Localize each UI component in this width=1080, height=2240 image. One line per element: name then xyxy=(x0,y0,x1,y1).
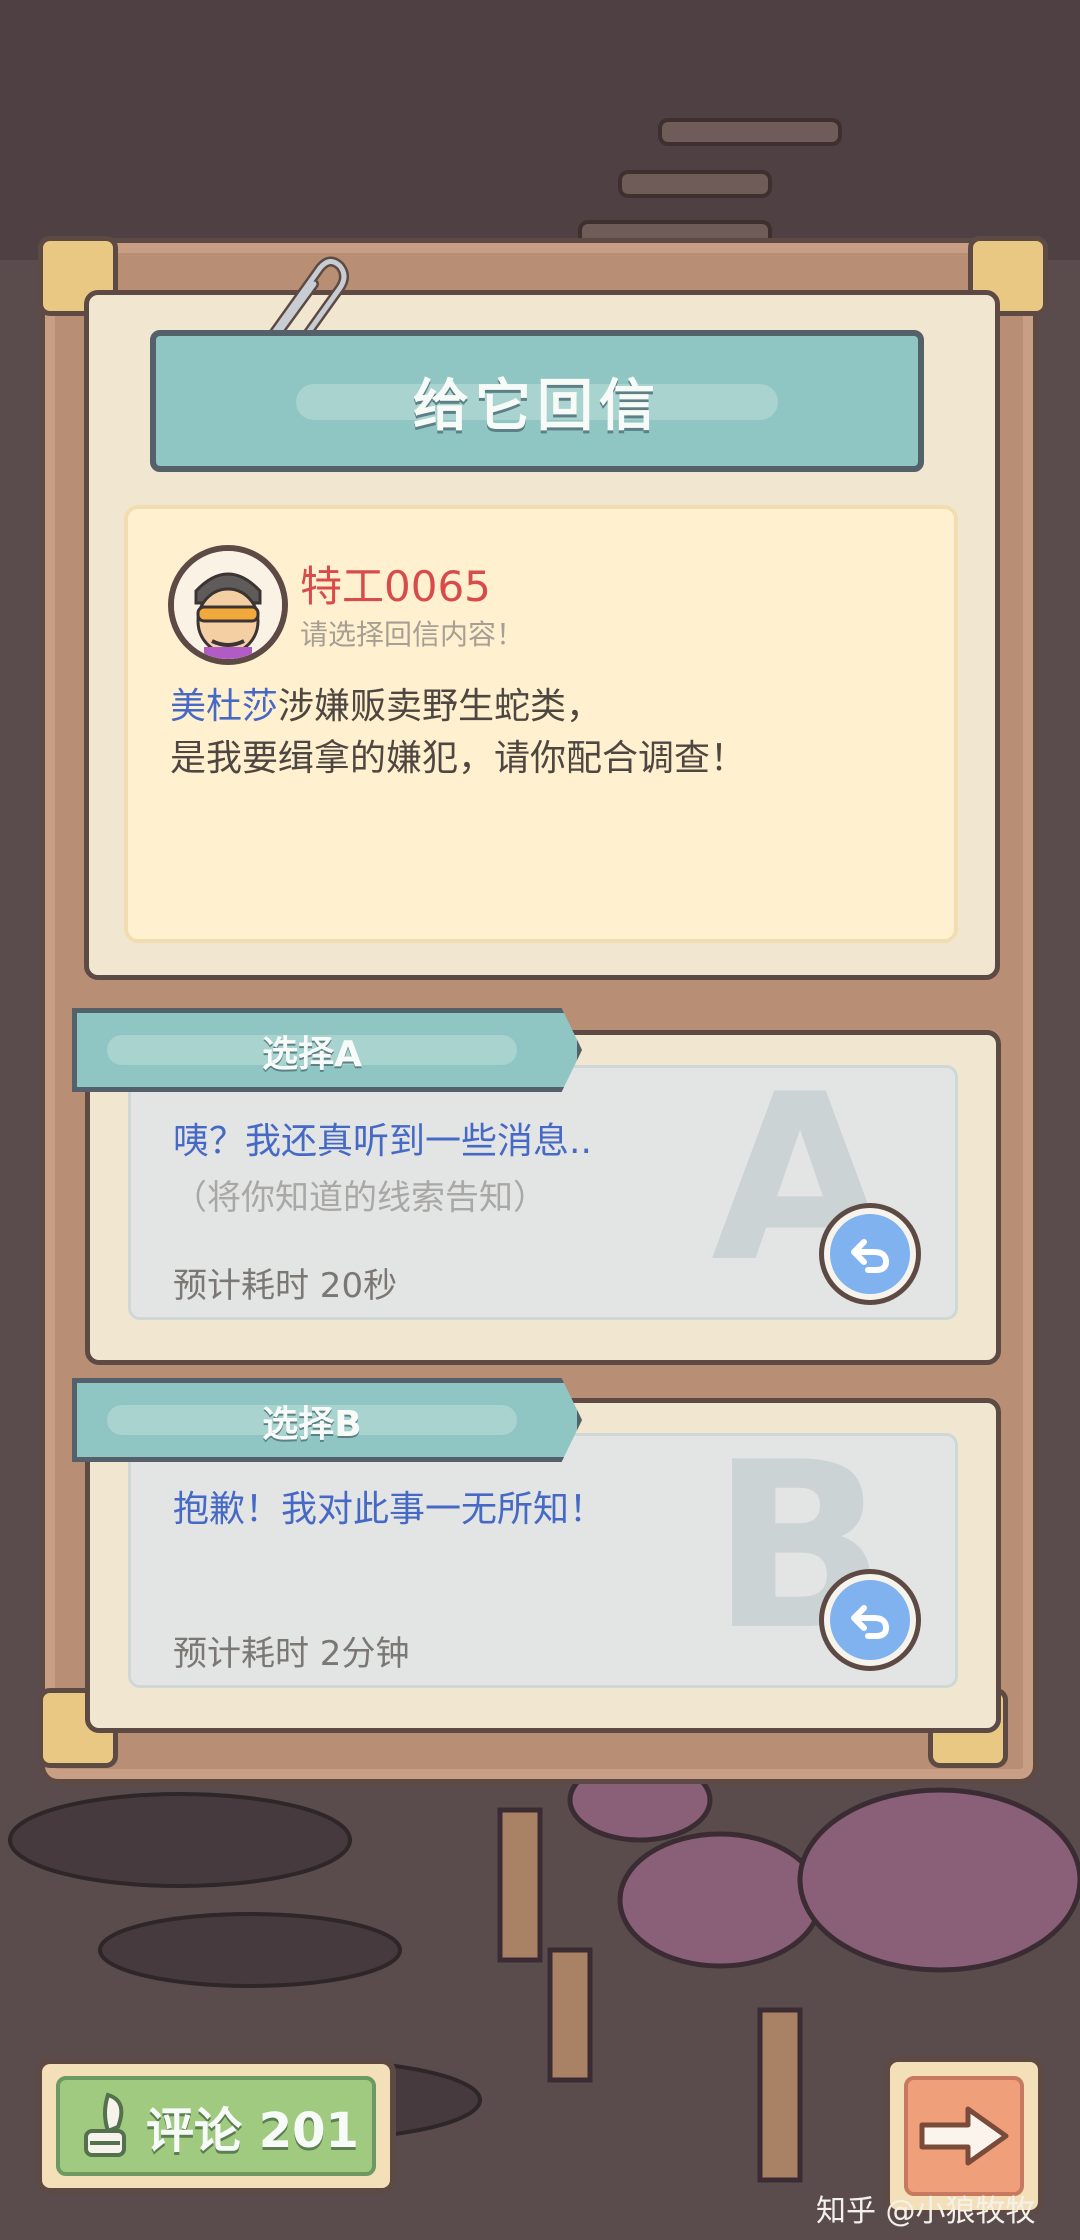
message-body: 美杜莎涉嫌贩卖野生蛇类， 是我要缉拿的嫌犯，请你配合调查！ xyxy=(170,681,746,785)
dialog-title: 给它回信 xyxy=(413,373,661,439)
reply-arrow-icon xyxy=(851,1239,890,1273)
message-line-1-text: 涉嫌贩卖野生蛇类， xyxy=(278,686,603,727)
agent-avatar xyxy=(168,545,288,665)
choice-b-tag-label: 选择B xyxy=(262,1404,362,1445)
message-line-1: 美杜莎涉嫌贩卖野生蛇类， xyxy=(170,681,746,733)
choice-b-tag: 选择B xyxy=(72,1378,582,1462)
choice-b-reply-button[interactable] xyxy=(824,1574,916,1666)
choice-a-tag: 选择A xyxy=(72,1008,582,1092)
message-line-2: 是我要缉拿的嫌犯，请你配合调查！ xyxy=(170,738,747,779)
choice-b-content[interactable]: B 抱歉！我对此事一无所知！ 预计耗时 2分钟 xyxy=(128,1414,958,1688)
watermark-text: 知乎 @小狼牧牧 xyxy=(816,2194,1036,2229)
reply-prompt: 请选择回信内容！ xyxy=(300,618,525,651)
comment-button[interactable]: 评论 201 xyxy=(36,2058,396,2194)
quill-ink-icon xyxy=(84,2092,126,2157)
suspect-name: 美杜莎 xyxy=(170,686,279,727)
choice-a-text: 咦？我还真听到一些消息.. xyxy=(173,1121,592,1162)
choice-a-eta: 预计耗时 20秒 xyxy=(173,1266,398,1306)
choice-b-text: 抱歉！我对此事一无所知！ xyxy=(173,1489,606,1530)
comment-label: 评论 201 xyxy=(146,2103,359,2159)
sender-name: 特工0065 xyxy=(300,562,491,611)
choice-b-eta: 预计耗时 2分钟 xyxy=(173,1634,410,1674)
choice-a-note: （将你知道的线索告知） xyxy=(173,1178,547,1218)
message-box: 特工0065 请选择回信内容！ 美杜莎涉嫌贩卖野生蛇类， 是我要缉拿的嫌犯，请你… xyxy=(124,505,958,943)
choice-a-tag-label: 选择A xyxy=(262,1034,362,1075)
arrow-right-icon xyxy=(919,2106,1009,2166)
dialog-title-banner: 给它回信 xyxy=(150,330,924,472)
choice-a-reply-button[interactable] xyxy=(824,1208,916,1300)
reply-arrow-icon xyxy=(851,1605,890,1639)
